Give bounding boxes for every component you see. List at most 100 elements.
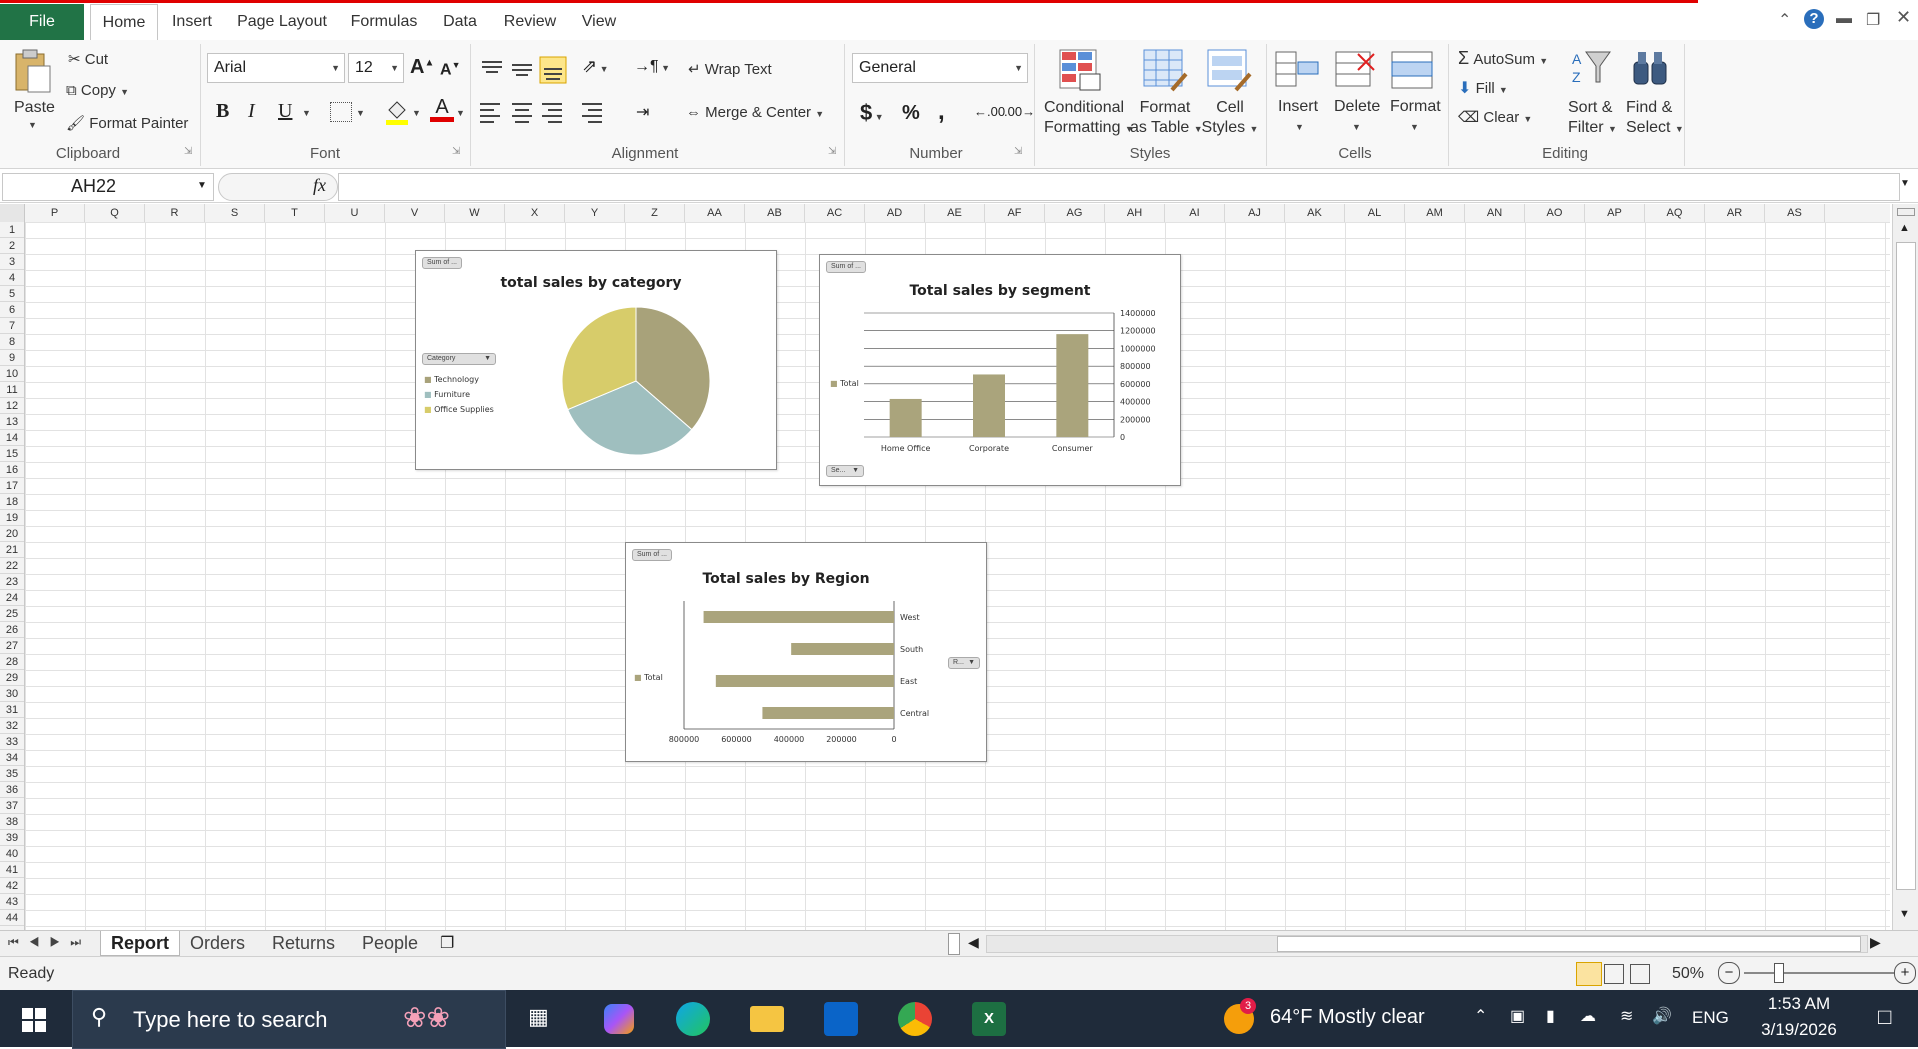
edge-icon[interactable] [676,1002,710,1036]
row-header[interactable]: 40 [0,846,24,862]
row-header[interactable]: 16 [0,462,24,478]
formula-input[interactable] [338,173,1900,201]
shrink-font-icon[interactable]: A▼ [440,60,460,79]
column-header[interactable]: W [445,204,505,222]
column-header[interactable]: AM [1405,204,1465,222]
row-header[interactable]: 30 [0,686,24,702]
column-header[interactable]: AG [1045,204,1105,222]
name-box-dropdown-icon[interactable]: ▼ [197,180,207,191]
column-header[interactable]: AD [865,204,925,222]
column-header[interactable]: AE [925,204,985,222]
column-header[interactable]: AN [1465,204,1525,222]
row-header[interactable]: 28 [0,654,24,670]
column-header[interactable]: V [385,204,445,222]
name-box[interactable]: AH22 ▼ [2,173,214,201]
row-header[interactable]: 2 [0,238,24,254]
column-header[interactable]: AQ [1645,204,1705,222]
column-header[interactable]: AI [1165,204,1225,222]
row-header[interactable]: 20 [0,526,24,542]
sheet-tab-report[interactable]: Report [100,931,180,956]
cut-button[interactable]: ✂ Cut [68,50,108,68]
conditional-formatting-button[interactable]: Conditional Formatting ▼ [1044,98,1134,139]
tab-formulas[interactable]: Formulas [344,4,424,40]
page-break-view-icon[interactable] [1630,964,1650,984]
currency-button[interactable]: $ ▼ [860,100,884,126]
column-header[interactable]: AR [1705,204,1765,222]
file-explorer-icon[interactable] [750,1006,784,1032]
format-cells-button[interactable]: Format [1390,98,1441,116]
cell-styles-icon[interactable] [1206,48,1252,92]
sheet-tab-orders[interactable]: Orders [190,931,245,955]
column-header[interactable]: AL [1345,204,1405,222]
font-color-dropdown-icon[interactable]: ▼ [456,108,465,118]
row-header[interactable]: 36 [0,782,24,798]
autosum-button[interactable]: Σ AutoSum ▼ [1458,48,1548,69]
battery-icon[interactable]: ▮ [1546,1006,1555,1026]
insert-function-icon[interactable]: fx [313,175,326,196]
zoom-level[interactable]: 50% [1672,965,1704,983]
copy-button[interactable]: ⧉ Copy ▼ [66,82,129,99]
conditional-formatting-icon[interactable] [1058,48,1104,92]
fill-color-dropdown-icon[interactable]: ▼ [412,108,421,118]
clock-date[interactable]: 3/19/2026 [1750,1020,1848,1040]
row-header[interactable]: 8 [0,334,24,350]
field-button[interactable]: Sum of ... [632,549,672,561]
field-button[interactable]: Sum of ... [422,257,462,269]
delete-cells-icon[interactable] [1334,48,1380,90]
row-header[interactable]: 10 [0,366,24,382]
chart-segment-bar[interactable]: Sum of ... Total sales by segment ■ Tota… [819,254,1181,486]
insert-cells-button[interactable]: Insert [1278,98,1318,116]
italic-button[interactable]: I [248,100,255,123]
cell-styles-button[interactable]: Cell Styles ▼ [1200,98,1260,139]
column-header[interactable]: Q [85,204,145,222]
row-header[interactable]: 25 [0,606,24,622]
row-header[interactable]: 19 [0,510,24,526]
tab-split-handle[interactable] [948,933,960,955]
insert-dropdown-icon[interactable]: ▼ [1295,122,1304,132]
indent-icon[interactable]: ⇥ [636,102,649,122]
font-name-box[interactable]: Arial ▼ [207,53,345,83]
zoom-out-icon[interactable]: − [1718,962,1740,984]
clear-button[interactable]: ⌫ Clear ▼ [1458,108,1532,126]
tray-overflow-icon[interactable]: ⌃ [1474,1006,1487,1026]
row-header[interactable]: 7 [0,318,24,334]
column-header[interactable]: S [205,204,265,222]
scroll-down-icon[interactable]: ▼ [1899,908,1910,920]
format-as-table-button[interactable]: Format as Table ▼ [1130,98,1203,139]
windows-start-icon[interactable] [22,1008,46,1032]
column-header[interactable]: R [145,204,205,222]
number-format-box[interactable]: General ▼ [852,53,1028,83]
tab-insert[interactable]: Insert [162,4,222,40]
font-launcher-icon[interactable]: ⇲ [452,146,460,157]
row-header[interactable]: 1 [0,222,24,238]
column-header[interactable]: T [265,204,325,222]
increase-decimal-button[interactable]: ←.00 [974,104,1005,119]
tab-review[interactable]: Review [496,4,564,40]
row-header[interactable]: 15 [0,446,24,462]
tab-home[interactable]: Home [90,4,158,42]
column-header[interactable]: Y [565,204,625,222]
new-sheet-icon[interactable]: ❐ [440,933,454,953]
page-layout-view-icon[interactable] [1604,964,1624,984]
vertical-scroll-thumb[interactable] [1896,242,1916,890]
tab-view[interactable]: View [574,4,624,40]
binoculars-icon[interactable] [1630,48,1672,90]
row-header[interactable]: 13 [0,414,24,430]
format-cells-icon[interactable] [1390,48,1436,90]
row-header[interactable]: 41 [0,862,24,878]
row-header[interactable]: 14 [0,430,24,446]
insert-cells-icon[interactable] [1274,48,1320,90]
row-header[interactable]: 3 [0,254,24,270]
row-header[interactable]: 42 [0,878,24,894]
comma-button[interactable]: , [938,98,945,126]
row-header[interactable]: 11 [0,382,24,398]
row-header[interactable]: 31 [0,702,24,718]
zoom-slider-thumb[interactable] [1774,963,1784,983]
format-dropdown-icon[interactable]: ▼ [1410,122,1419,132]
horizontal-scrollbar[interactable] [986,935,1868,953]
sort-filter-button[interactable]: Sort & Filter ▼ [1568,98,1617,139]
field-button[interactable]: Sum of ... [826,261,866,273]
row-header[interactable]: 38 [0,814,24,830]
row-header[interactable]: 33 [0,734,24,750]
normal-view-icon[interactable] [1576,962,1602,986]
